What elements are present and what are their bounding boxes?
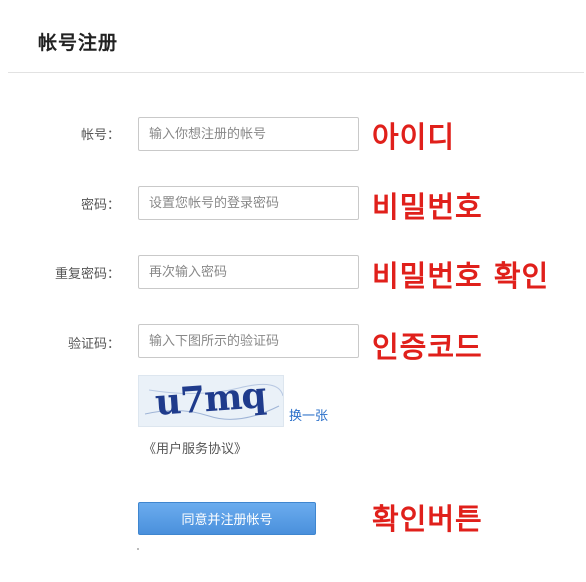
account-label: 帐号： [80,128,120,143]
header-divider [8,72,584,73]
captcha-annotation: 인증코드 [372,330,483,364]
password-input[interactable] [138,186,359,220]
password-annotation: 비밀번호 [372,190,483,224]
account-input[interactable] [138,117,359,151]
refresh-captcha-link[interactable]: 换一张 [289,405,328,424]
password-label: 密码： [80,198,120,213]
captcha-text: u7mq [153,375,267,424]
confirm-password-annotation: 비밀번호 확인 [372,259,550,293]
account-annotation: 아이디 [372,120,456,154]
submit-annotation: 확인버튼 [372,502,483,536]
confirm-password-input[interactable] [138,255,359,289]
captcha-image[interactable]: u7mq [138,375,284,427]
register-button[interactable]: 同意并注册帐号 [138,502,316,535]
confirm-password-label: 重复密码： [54,267,120,282]
page-title: 帐号注册 [38,32,119,54]
user-agreement-link[interactable]: 《用户服务协议》 [143,438,247,457]
divider-dot [137,548,139,550]
captcha-input[interactable] [138,324,359,358]
captcha-label: 验证码： [67,337,120,352]
